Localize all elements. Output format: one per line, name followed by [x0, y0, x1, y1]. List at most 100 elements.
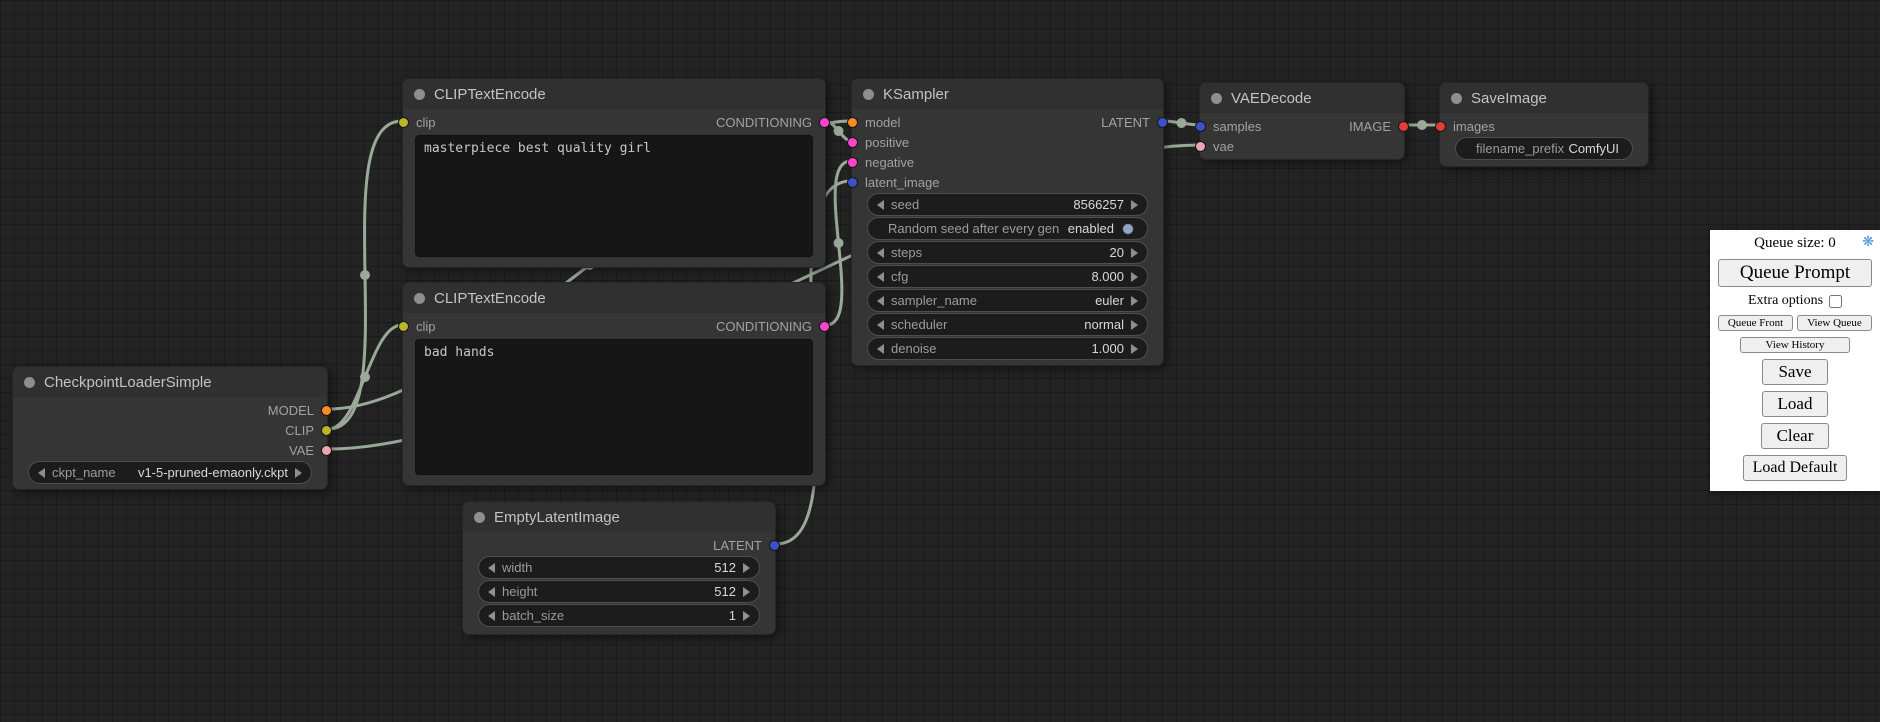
- input-slot-images[interactable]: images: [1450, 119, 1495, 134]
- load-button[interactable]: Load: [1762, 391, 1829, 417]
- widget-height[interactable]: height 512: [478, 580, 760, 603]
- collapse-dot-icon[interactable]: [863, 89, 874, 100]
- output-slot-image[interactable]: IMAGE: [1349, 119, 1394, 134]
- increment-arrow-icon[interactable]: [1131, 296, 1138, 306]
- output-slot-conditioning[interactable]: CONDITIONING: [716, 115, 815, 130]
- slot-label: positive: [865, 135, 909, 150]
- slot-dot-conditioning[interactable]: [847, 137, 858, 148]
- prompt-textarea[interactable]: bad hands: [415, 339, 813, 475]
- widget-sampler-name[interactable]: sampler_name euler: [867, 289, 1148, 312]
- slot-dot-clip[interactable]: [398, 117, 409, 128]
- node-title: SaveImage: [1471, 90, 1547, 107]
- input-slot-negative[interactable]: negative: [862, 155, 914, 170]
- output-slot-latent[interactable]: LATENT: [713, 538, 765, 553]
- node-clip-text-encode-positive[interactable]: CLIPTextEncode clip CONDITIONING masterp…: [402, 78, 826, 268]
- view-queue-button[interactable]: View Queue: [1797, 315, 1872, 331]
- widget-denoise[interactable]: denoise 1.000: [867, 337, 1148, 360]
- collapse-dot-icon[interactable]: [1451, 93, 1462, 104]
- node-vae-decode[interactable]: VAEDecode samples IMAGE vae: [1199, 82, 1405, 160]
- widget-steps[interactable]: steps 20: [867, 241, 1148, 264]
- node-checkpoint-loader-simple[interactable]: CheckpointLoaderSimple MODEL CLIP VAE: [12, 366, 328, 490]
- decrement-arrow-icon[interactable]: [877, 344, 884, 354]
- node-save-image[interactable]: SaveImage images filename_prefix ComfyUI: [1439, 82, 1649, 167]
- increment-arrow-icon[interactable]: [1131, 200, 1138, 210]
- slot-dot-latent[interactable]: [1195, 121, 1206, 132]
- widget-random-seed-toggle[interactable]: Random seed after every gen enabled: [867, 217, 1148, 240]
- view-history-button[interactable]: View History: [1740, 337, 1851, 353]
- decrement-arrow-icon[interactable]: [877, 272, 884, 282]
- widget-batch-size[interactable]: batch_size 1: [478, 604, 760, 627]
- node-empty-latent-image[interactable]: EmptyLatentImage LATENT width 512 height…: [462, 501, 776, 635]
- input-slot-vae[interactable]: vae: [1210, 139, 1234, 154]
- node-clip-text-encode-negative[interactable]: CLIPTextEncode clip CONDITIONING bad han…: [402, 282, 826, 486]
- queue-prompt-button[interactable]: Queue Prompt: [1718, 259, 1872, 287]
- increment-arrow-icon[interactable]: [295, 468, 302, 478]
- prompt-textarea[interactable]: masterpiece best quality girl: [415, 135, 813, 257]
- increment-arrow-icon[interactable]: [1131, 320, 1138, 330]
- input-slot-samples[interactable]: samples: [1210, 119, 1261, 134]
- slot-dot-conditioning[interactable]: [819, 321, 830, 332]
- widget-cfg[interactable]: cfg 8.000: [867, 265, 1148, 288]
- decrement-arrow-icon[interactable]: [877, 296, 884, 306]
- output-slot-vae[interactable]: VAE: [289, 443, 317, 458]
- slot-dot-vae[interactable]: [1195, 141, 1206, 152]
- widget-ckpt-name[interactable]: ckpt_name v1-5-pruned-emaonly.ckpt: [28, 461, 312, 484]
- widget-seed[interactable]: seed 8566257: [867, 193, 1148, 216]
- settings-gear-icon[interactable]: ❋: [1862, 233, 1874, 252]
- output-slot-clip[interactable]: CLIP: [285, 423, 317, 438]
- input-slot-positive[interactable]: positive: [862, 135, 909, 150]
- collapse-dot-icon[interactable]: [1211, 93, 1222, 104]
- collapse-dot-icon[interactable]: [414, 89, 425, 100]
- extra-options-checkbox[interactable]: [1829, 295, 1842, 308]
- decrement-arrow-icon[interactable]: [488, 563, 495, 573]
- input-slot-latent-image[interactable]: latent_image: [862, 175, 939, 190]
- save-button[interactable]: Save: [1762, 359, 1827, 385]
- increment-arrow-icon[interactable]: [743, 563, 750, 573]
- slot-label: clip: [416, 115, 436, 130]
- slot-dot-latent[interactable]: [847, 177, 858, 188]
- slot-dot-vae[interactable]: [321, 445, 332, 456]
- slot-dot-latent[interactable]: [1157, 117, 1168, 128]
- increment-arrow-icon[interactable]: [743, 587, 750, 597]
- input-slot-clip[interactable]: clip: [413, 115, 436, 130]
- widget-label: cfg: [891, 269, 908, 284]
- increment-arrow-icon[interactable]: [1131, 344, 1138, 354]
- widget-scheduler[interactable]: scheduler normal: [867, 313, 1148, 336]
- slot-dot-conditioning[interactable]: [847, 157, 858, 168]
- queue-front-button[interactable]: Queue Front: [1718, 315, 1793, 331]
- decrement-arrow-icon[interactable]: [38, 468, 45, 478]
- slot-dot-model[interactable]: [847, 117, 858, 128]
- output-slot-latent[interactable]: LATENT: [1101, 115, 1153, 130]
- collapse-dot-icon[interactable]: [414, 293, 425, 304]
- collapse-dot-icon[interactable]: [474, 512, 485, 523]
- node-ksampler[interactable]: KSampler model LATENT positive: [851, 78, 1164, 366]
- slot-dot-conditioning[interactable]: [819, 117, 830, 128]
- load-default-button[interactable]: Load Default: [1743, 455, 1848, 481]
- slot-dot-clip[interactable]: [398, 321, 409, 332]
- slot-dot-image[interactable]: [1435, 121, 1446, 132]
- increment-arrow-icon[interactable]: [743, 611, 750, 621]
- collapse-dot-icon[interactable]: [24, 377, 35, 388]
- decrement-arrow-icon[interactable]: [488, 611, 495, 621]
- input-slot-clip[interactable]: clip: [413, 319, 436, 334]
- clear-button[interactable]: Clear: [1761, 423, 1830, 449]
- queue-buttons-row: Queue Front View Queue: [1718, 315, 1872, 331]
- widget-filename-prefix[interactable]: filename_prefix ComfyUI: [1455, 137, 1633, 160]
- increment-arrow-icon[interactable]: [1131, 248, 1138, 258]
- decrement-arrow-icon[interactable]: [877, 200, 884, 210]
- slot-dot-clip[interactable]: [321, 425, 332, 436]
- toggle-dot[interactable]: [1122, 223, 1134, 235]
- node-graph-canvas[interactable]: CheckpointLoaderSimple MODEL CLIP VAE: [0, 0, 1880, 722]
- slot-dot-latent[interactable]: [769, 540, 780, 551]
- slot-dot-model[interactable]: [321, 405, 332, 416]
- decrement-arrow-icon[interactable]: [877, 248, 884, 258]
- widget-width[interactable]: width 512: [478, 556, 760, 579]
- decrement-arrow-icon[interactable]: [877, 320, 884, 330]
- slot-dot-image[interactable]: [1398, 121, 1409, 132]
- slot-row: vae: [1200, 136, 1404, 156]
- output-slot-conditioning[interactable]: CONDITIONING: [716, 319, 815, 334]
- input-slot-model[interactable]: model: [862, 115, 900, 130]
- output-slot-model[interactable]: MODEL: [268, 403, 317, 418]
- decrement-arrow-icon[interactable]: [488, 587, 495, 597]
- increment-arrow-icon[interactable]: [1131, 272, 1138, 282]
